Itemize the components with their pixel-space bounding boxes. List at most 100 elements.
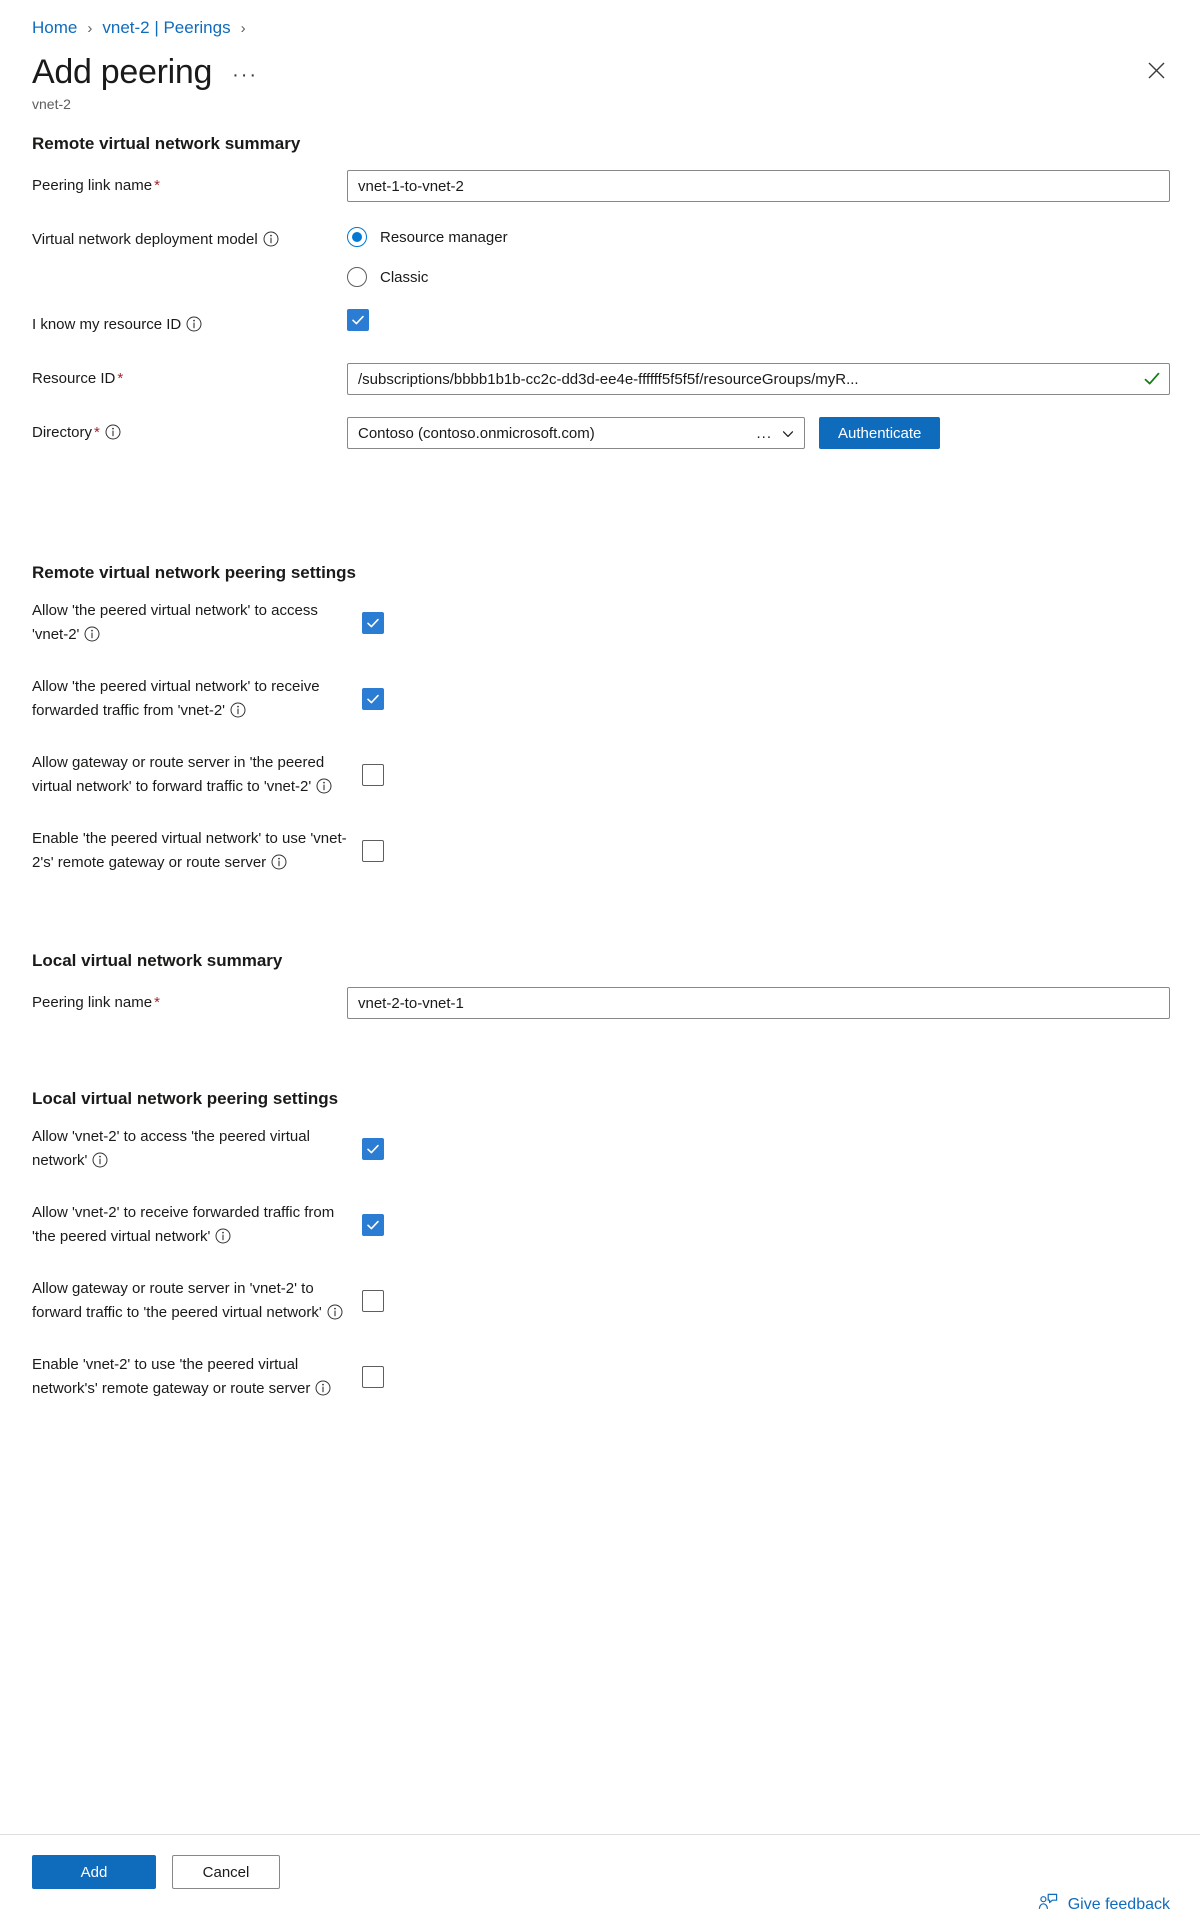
deployment-model-radio-group: Resource manager Classic	[347, 224, 508, 287]
setting-label-text: Allow 'vnet-2' to access 'the peered vir…	[32, 1128, 310, 1169]
setting-local-allow-access: Allow 'vnet-2' to access 'the peered vir…	[32, 1125, 1170, 1173]
local-allow-forwarded-traffic-checkbox[interactable]	[362, 1214, 384, 1236]
field-local-peering-link-name: Peering link name *	[32, 987, 1170, 1019]
page-subtitle: vnet-2	[32, 96, 71, 112]
setting-label: Enable 'the peered virtual network' to u…	[32, 827, 362, 875]
setting-label-text: Allow 'the peered virtual network' to re…	[32, 678, 320, 719]
breadcrumb: Home › vnet-2 | Peerings ›	[0, 0, 1200, 42]
label-remote-peering-link-name: Peering link name *	[32, 170, 347, 197]
control-directory: Contoso (contoso.onmicrosoft.com) ... Au…	[347, 417, 1170, 449]
radio-outer	[347, 267, 367, 287]
resource-id-input[interactable]	[347, 363, 1170, 395]
info-icon[interactable]	[215, 1228, 231, 1244]
field-remote-peering-link-name: Peering link name *	[32, 170, 1170, 202]
breadcrumb-separator-icon-2: ›	[240, 19, 246, 37]
directory-select[interactable]: Contoso (contoso.onmicrosoft.com) ...	[347, 417, 805, 449]
label-deployment-model: Virtual network deployment model	[32, 224, 347, 251]
remote-allow-access-checkbox[interactable]	[362, 612, 384, 634]
required-indicator: *	[117, 370, 124, 387]
radio-label-resource-manager: Resource manager	[380, 228, 508, 246]
input-wrap	[347, 363, 1170, 395]
setting-remote-allow-access: Allow 'the peered virtual network' to ac…	[32, 599, 1170, 647]
setting-remote-allow-gateway-transit: Allow gateway or route server in 'the pe…	[32, 751, 1170, 799]
close-icon[interactable]	[1140, 54, 1172, 86]
setting-label-text: Allow 'vnet-2' to receive forwarded traf…	[32, 1204, 335, 1245]
info-icon[interactable]	[92, 1152, 108, 1168]
form-content: Remote virtual network summary Peering l…	[0, 112, 1200, 1931]
setting-label: Allow gateway or route server in 'vnet-2…	[32, 1277, 362, 1325]
authenticate-button[interactable]: Authenticate	[819, 417, 941, 449]
setting-label: Enable 'vnet-2' to use 'the peered virtu…	[32, 1353, 362, 1401]
setting-local-use-remote-gateway: Enable 'vnet-2' to use 'the peered virtu…	[32, 1353, 1170, 1401]
radio-label-classic: Classic	[380, 268, 429, 286]
control-deployment-model: Resource manager Classic	[347, 224, 1170, 287]
required-indicator: *	[94, 424, 100, 441]
directory-overflow-dots: ...	[756, 424, 772, 442]
setting-label: Allow gateway or route server in 'the pe…	[32, 751, 362, 799]
setting-label: Allow 'the peered virtual network' to re…	[32, 675, 362, 723]
section-heading-remote-summary: Remote virtual network summary	[32, 134, 301, 153]
setting-local-allow-gateway-transit: Allow gateway or route server in 'vnet-2…	[32, 1277, 1170, 1325]
label-text: Directory	[32, 424, 93, 441]
info-icon[interactable]	[84, 626, 100, 642]
add-button[interactable]: Add	[32, 1855, 156, 1889]
remote-allow-forwarded-traffic-checkbox[interactable]	[362, 688, 384, 710]
info-icon[interactable]	[105, 424, 121, 440]
label-local-peering-link-name: Peering link name *	[32, 987, 347, 1014]
control-local-peering-link-name	[347, 987, 1170, 1019]
control-know-resource-id	[347, 309, 1170, 331]
cancel-button[interactable]: Cancel	[172, 1855, 280, 1889]
field-directory: Directory * Contoso (contoso.onmicrosoft.…	[32, 417, 1170, 449]
label-text: Peering link name	[32, 994, 153, 1011]
breadcrumb-separator-icon: ›	[87, 19, 93, 37]
directory-row: Contoso (contoso.onmicrosoft.com) ... Au…	[347, 417, 1170, 449]
section-heading-remote-settings: Remote virtual network peering settings	[32, 563, 357, 582]
setting-label-text: Allow 'the peered virtual network' to ac…	[32, 602, 318, 643]
local-peering-link-name-input[interactable]	[347, 987, 1170, 1019]
input-wrap	[347, 987, 1170, 1019]
breadcrumb-item-peerings[interactable]: vnet-2 | Peerings	[102, 18, 230, 38]
local-allow-access-checkbox[interactable]	[362, 1138, 384, 1160]
info-icon[interactable]	[316, 778, 332, 794]
remote-allow-gateway-transit-checkbox[interactable]	[362, 764, 384, 786]
add-peering-blade: Home › vnet-2 | Peerings › Add peering ·…	[0, 0, 1200, 1931]
field-resource-id: Resource ID *	[32, 363, 1170, 395]
info-icon[interactable]	[327, 1304, 343, 1320]
setting-local-allow-forwarded-traffic: Allow 'vnet-2' to receive forwarded traf…	[32, 1201, 1170, 1249]
local-use-remote-gateway-checkbox[interactable]	[362, 1366, 384, 1388]
radio-dot	[352, 232, 362, 242]
field-deployment-model: Virtual network deployment model Resourc…	[32, 224, 1170, 287]
directory-selected-value: Contoso (contoso.onmicrosoft.com)	[358, 424, 595, 442]
control-resource-id	[347, 363, 1170, 395]
remote-peering-link-name-input[interactable]	[347, 170, 1170, 202]
info-icon[interactable]	[263, 231, 279, 247]
page-title: Add peering	[32, 53, 213, 91]
radio-resource-manager[interactable]: Resource manager	[347, 227, 508, 247]
info-icon[interactable]	[315, 1380, 331, 1396]
radio-classic[interactable]: Classic	[347, 267, 508, 287]
label-text: Resource ID	[32, 370, 116, 387]
setting-label: Allow 'vnet-2' to receive forwarded traf…	[32, 1201, 362, 1249]
know-resource-id-checkbox[interactable]	[347, 309, 369, 331]
more-options-icon[interactable]: ···	[232, 65, 258, 85]
required-indicator: *	[154, 177, 160, 194]
section-heading-local-settings: Local virtual network peering settings	[32, 1089, 339, 1108]
give-feedback-link[interactable]: Give feedback	[1038, 1892, 1170, 1917]
radio-outer	[347, 227, 367, 247]
setting-label-text: Allow gateway or route server in 'vnet-2…	[32, 1280, 322, 1321]
setting-label-text: Enable 'the peered virtual network' to u…	[32, 830, 347, 871]
label-text: Peering link name	[32, 177, 153, 194]
info-icon[interactable]	[230, 702, 246, 718]
info-icon[interactable]	[186, 316, 202, 332]
breadcrumb-item-home[interactable]: Home	[32, 18, 77, 38]
setting-label-text: Enable 'vnet-2' to use 'the peered virtu…	[32, 1356, 311, 1397]
input-wrap	[347, 170, 1170, 202]
remote-use-remote-gateway-checkbox[interactable]	[362, 840, 384, 862]
chevron-down-icon	[782, 427, 794, 439]
feedback-person-icon	[1038, 1892, 1058, 1917]
local-allow-gateway-transit-checkbox[interactable]	[362, 1290, 384, 1312]
info-icon[interactable]	[271, 854, 287, 870]
